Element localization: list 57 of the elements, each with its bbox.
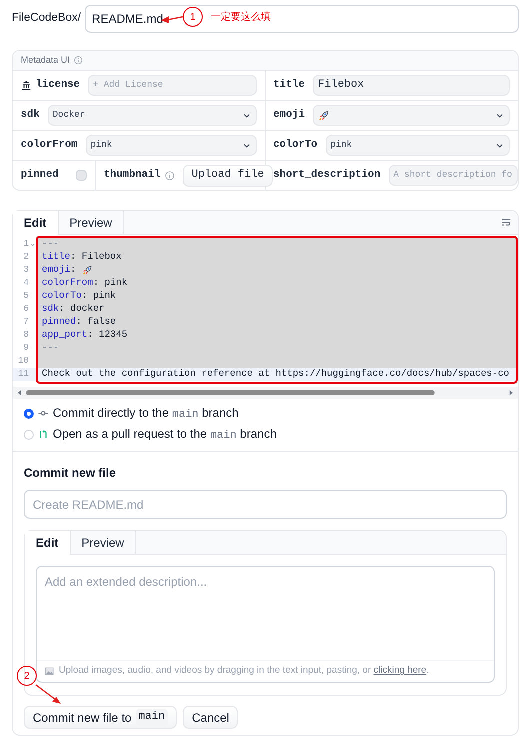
radio-button[interactable] (24, 408, 34, 418)
line-number: 4 (24, 276, 29, 290)
rocket-icon (82, 265, 93, 276)
rocket-icon (318, 110, 330, 122)
field-label: emoji (274, 108, 306, 123)
line-number: 7 (24, 316, 29, 329)
annotation-number: 2 (17, 666, 37, 686)
description-field[interactable]: Add an extended description... Upload images, audio, and videos by dragging in the text input, pasting, or clicking here. (36, 566, 495, 683)
tab[interactable]: Preview (58, 211, 124, 234)
line-number: 10 (18, 354, 29, 368)
field-label: colorTo (274, 138, 318, 153)
line-number: 11 (18, 368, 29, 381)
info-icon (164, 170, 175, 180)
section-heading: Commit new file (24, 465, 118, 480)
section-title: Metadata UI (21, 54, 70, 67)
field-label: thumbnail (104, 168, 161, 183)
line-number: 9 (24, 342, 29, 355)
select-field[interactable] (313, 105, 510, 126)
placeholder-text: Add an extended description... (44, 574, 208, 591)
line-number: 8 (24, 328, 29, 342)
code-line: Check out the configuration reference at https://huggingface.co/docs/hub/spaces-co (41, 368, 510, 381)
info-icon (74, 56, 84, 65)
select-field[interactable]: Docker (48, 105, 256, 126)
fold-caret-icon (30, 242, 36, 248)
tab[interactable]: Edit (13, 211, 59, 235)
field-label: short_description (274, 168, 381, 183)
field-label: sdk (21, 108, 40, 123)
line-number: 2 (24, 250, 29, 264)
text-field[interactable]: Filebox (313, 75, 510, 96)
line-number: 6 (24, 302, 29, 316)
commit-button[interactable]: Commit new file to main (24, 706, 178, 729)
field-label: title (274, 78, 306, 93)
option-label[interactable]: Open as a pull request to the main branch (53, 424, 277, 444)
select-field[interactable]: pink (86, 135, 256, 156)
checkbox[interactable] (76, 170, 87, 181)
wrap-lines-icon (501, 217, 512, 228)
cancel-button[interactable]: Cancel (183, 706, 238, 729)
field-label: pinned (21, 168, 59, 183)
pull-request-icon (38, 429, 49, 440)
upload-hint: Upload images, audio, and videos by dragging in the text input, pasting, or clicking here. (59, 664, 430, 678)
select-field[interactable]: pink (326, 135, 510, 156)
annotation-note: 一定要这么填 (211, 10, 271, 25)
upload-link[interactable]: clicking here (374, 665, 427, 676)
field-label: colorFrom (21, 138, 78, 153)
tab[interactable]: Preview (70, 531, 136, 554)
upload-button[interactable]: Upload file (182, 164, 274, 186)
bank-icon (21, 80, 32, 91)
option-label[interactable]: Commit directly to the main branch (53, 404, 239, 424)
annotation-number: 1 (183, 7, 203, 27)
line-number: 5 (24, 290, 29, 303)
line-number: 1 (24, 238, 29, 251)
path-prefix: FileCodeBox/ (12, 11, 82, 26)
tab[interactable]: Edit (25, 531, 71, 555)
field-label: license (36, 78, 80, 93)
annotation-arrow (35, 684, 62, 705)
line-number: 3 (24, 264, 29, 277)
image-icon (45, 667, 54, 676)
